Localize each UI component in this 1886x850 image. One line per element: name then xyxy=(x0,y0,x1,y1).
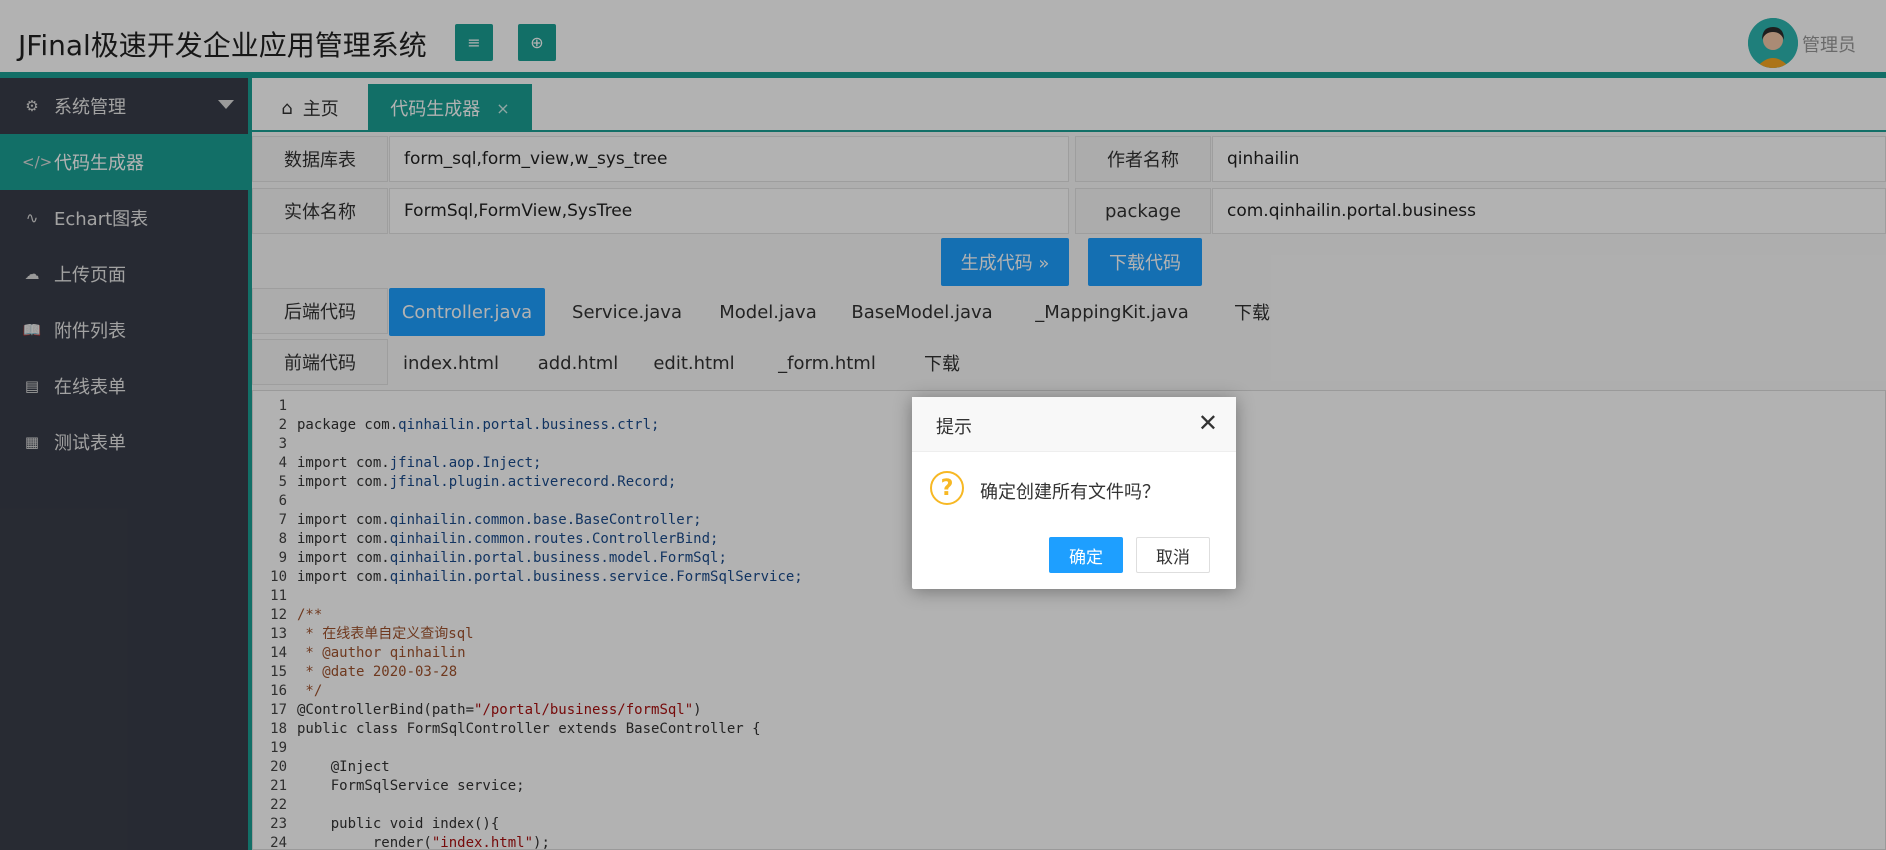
close-icon[interactable]: ✕ xyxy=(1198,411,1218,435)
question-icon: ? xyxy=(930,471,964,505)
dialog-header: 提示 ✕ xyxy=(912,397,1236,452)
confirm-dialog: 提示 ✕ ? 确定创建所有文件吗？ 确定 取消 xyxy=(912,397,1236,589)
confirm-button[interactable]: 确定 xyxy=(1049,537,1123,573)
cancel-button[interactable]: 取消 xyxy=(1136,537,1210,573)
dialog-message: 确定创建所有文件吗？ xyxy=(980,482,1160,503)
dialog-title: 提示 xyxy=(936,417,972,438)
